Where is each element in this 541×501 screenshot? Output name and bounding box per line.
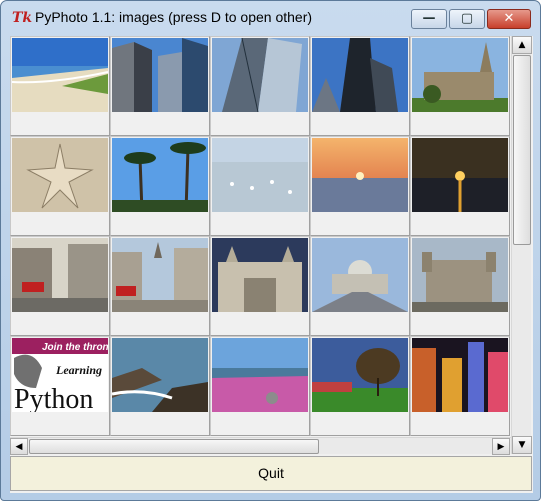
thumbnail-learning-python-cover: Join the throng! Learning Python (12, 338, 108, 412)
vertical-scrollbar[interactable]: ▲ ▼ (511, 36, 532, 454)
thumbnail-sunset-sea (312, 138, 408, 212)
thumbnail-park-trees (312, 338, 408, 412)
thumbnail-button[interactable] (410, 36, 510, 136)
thumbnail-skyscrapers-1 (112, 38, 208, 112)
thumbnail-button[interactable] (410, 236, 510, 336)
thumbnail-button[interactable]: Join the throng! Learning Python (10, 336, 110, 436)
thumbnail-button[interactable] (310, 236, 410, 336)
thumbnail-pink-shore (212, 338, 308, 412)
scroll-left-button[interactable]: ◀ (10, 438, 28, 455)
maximize-button[interactable]: ▢ (449, 9, 485, 29)
thumbnail-button[interactable] (210, 136, 310, 236)
thumbnail-cathedral (412, 38, 508, 112)
horizontal-scroll-thumb[interactable] (29, 439, 319, 454)
client-area: Join the throng! Learning Python (10, 36, 533, 493)
pyphoto-window: Tk PyPhoto 1.1: images (press D to open … (0, 0, 541, 501)
scroll-up-button[interactable]: ▲ (512, 36, 532, 54)
thumbnail-button[interactable] (210, 36, 310, 136)
thumbnail-sears-tower (312, 38, 408, 112)
cover-tagline: Join the throng! (42, 342, 108, 353)
thumbnail-seagulls-shore (212, 138, 308, 212)
thumbnail-button[interactable] (10, 236, 110, 336)
thumbnail-grid: Join the throng! Learning Python (10, 36, 510, 437)
thumbnail-rocky-coast (112, 338, 208, 412)
thumbnail-city-night (412, 338, 508, 412)
thumbnail-sunset-gold (412, 138, 508, 212)
maximize-icon: ▢ (460, 11, 474, 26)
arrow-down-icon: ▼ (518, 440, 526, 450)
thumbnail-tower-of-london (412, 238, 508, 312)
thumbnail-button[interactable] (110, 136, 210, 236)
thumbnail-button[interactable] (310, 36, 410, 136)
minimize-button[interactable]: — (411, 9, 447, 29)
thumbnail-london-street (12, 238, 108, 312)
thumbnail-button[interactable] (110, 336, 210, 436)
arrow-up-icon: ▲ (518, 40, 526, 50)
close-button[interactable]: ✕ (487, 9, 531, 29)
thumbnail-beach-dunes (12, 38, 108, 112)
thumbnail-button[interactable] (10, 136, 110, 236)
tk-icon: Tk (12, 10, 33, 26)
thumbnail-button[interactable] (210, 236, 310, 336)
horizontal-scrollbar[interactable]: ◀ ▶ (10, 437, 511, 455)
vertical-scroll-thumb[interactable] (513, 55, 531, 245)
thumbnail-glass-tower (212, 38, 308, 112)
scroll-right-button[interactable]: ▶ (492, 438, 510, 455)
thumbnail-st-pauls-facade (212, 238, 308, 312)
thumbnail-button[interactable] (10, 36, 110, 136)
thumbnail-button[interactable] (110, 36, 210, 136)
thumbnail-button[interactable] (310, 336, 410, 436)
thumbnail-millennium-bridge (312, 238, 408, 312)
thumbnail-button[interactable] (210, 336, 310, 436)
cover-learning: Learning (55, 363, 102, 377)
thumbnail-button[interactable] (410, 136, 510, 236)
window-title: PyPhoto 1.1: images (press D to open oth… (35, 9, 313, 25)
thumbnail-button[interactable] (310, 136, 410, 236)
minimize-icon: — (422, 11, 436, 26)
cover-python: Python (14, 384, 93, 412)
title-bar[interactable]: Tk PyPhoto 1.1: images (press D to open … (1, 1, 540, 33)
arrow-left-icon: ◀ (15, 442, 23, 452)
thumbnail-london-square (112, 238, 208, 312)
scroll-down-button[interactable]: ▼ (512, 436, 532, 454)
thumbnail-palm-trees (112, 138, 208, 212)
thumbnail-starfish (12, 138, 108, 212)
close-icon: ✕ (503, 11, 515, 26)
thumbnail-button[interactable] (410, 336, 510, 436)
thumbnail-button[interactable] (110, 236, 210, 336)
quit-button[interactable]: Quit (10, 456, 532, 491)
arrow-right-icon: ▶ (497, 442, 505, 452)
